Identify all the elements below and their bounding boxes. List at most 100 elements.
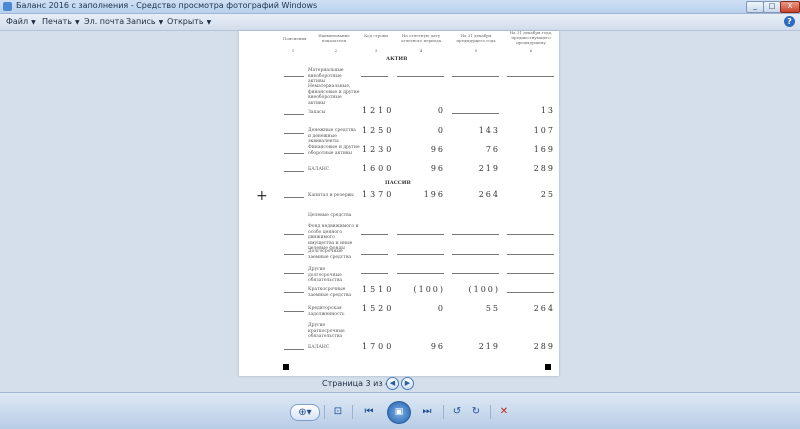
row-underline: [284, 273, 304, 274]
row-value-prev: 55: [485, 304, 500, 313]
row-value-current: 0: [437, 126, 445, 135]
row-code: 1510: [362, 285, 395, 294]
title-bar: Баланс 2016 с заполнения - Средство прос…: [0, 0, 800, 14]
row-value-prev: 264: [478, 190, 500, 199]
row-value-prev-prev: 169: [533, 145, 555, 154]
row-underline: [452, 254, 499, 255]
bottom-toolbar: ⊕▾ ⊡ ⏮ ▣ ⏭ ↺ ↻ ✕: [0, 392, 800, 429]
next-page-button[interactable]: ▶: [401, 377, 414, 390]
row-underline: [284, 133, 304, 134]
row-underline: [361, 76, 388, 77]
row-value-prev-prev: 107: [533, 126, 555, 135]
row-value-current: (100): [413, 285, 445, 294]
row-label: Другие краткосрочные обязательства: [308, 323, 345, 339]
next-icon[interactable]: ⏭: [418, 404, 436, 419]
row-label: БАЛАНС: [308, 167, 330, 172]
row-value-prev-prev: 289: [533, 164, 555, 173]
zoom-icon[interactable]: ⊕▾: [290, 404, 320, 421]
row-underline: [284, 76, 304, 77]
toolbar-separator: [490, 405, 491, 419]
menu-print-label: Печать: [42, 17, 72, 26]
menu-file[interactable]: Файл ▼: [6, 17, 36, 26]
help-icon[interactable]: ?: [784, 16, 795, 27]
chevron-down-icon: ▼: [74, 19, 80, 26]
header-num-1: 1: [291, 48, 295, 53]
toolbar-separator: [443, 405, 444, 419]
menu-file-label: Файл: [6, 17, 29, 26]
row-underline: [507, 234, 554, 235]
chevron-down-icon: ▼: [31, 19, 36, 26]
window-title: Баланс 2016 с заполнения - Средство прос…: [16, 1, 318, 10]
previous-icon[interactable]: ⏮: [360, 404, 378, 419]
row-value-prev-prev: 289: [533, 342, 555, 351]
row-underline: [507, 254, 554, 255]
row-label: Запасы: [308, 110, 326, 115]
crosshair-cursor-icon: +: [256, 188, 268, 204]
chevron-down-icon: ▼: [206, 19, 212, 26]
row-label: БАЛАНС: [308, 345, 330, 350]
row-code: 1230: [362, 145, 395, 154]
row-code: 1210: [362, 106, 395, 115]
rotate-clockwise-icon[interactable]: ↻: [468, 404, 484, 419]
row-label: Кредиторская задолженность: [308, 306, 345, 317]
row-underline: [284, 349, 304, 350]
header-current: На отчетную дату отчетного периода: [400, 33, 442, 43]
menu-bar: Файл ▼ Печать ▼ Эл. почта Запись ▼ Открыть ▼…: [0, 14, 800, 31]
header-num-6: 6: [529, 48, 533, 53]
header-code: Код строки: [364, 33, 388, 38]
close-button[interactable]: X: [780, 1, 800, 13]
row-value-prev: 143: [478, 126, 500, 135]
row-value-prev-prev: 13: [540, 106, 555, 115]
menu-email-label: Эл. почта: [84, 17, 125, 26]
row-underline: [397, 273, 444, 274]
menu-email[interactable]: Эл. почта: [84, 17, 124, 26]
row-label: Денежные средства и денежные эквиваленты: [308, 128, 356, 144]
row-underline: [452, 234, 499, 235]
menu-burn-label: Запись: [126, 17, 156, 26]
row-value-prev: 219: [478, 342, 500, 351]
row-underline: [452, 76, 499, 77]
row-underline: [361, 234, 388, 235]
row-code: 1370: [362, 190, 395, 199]
row-underline: [284, 114, 304, 115]
header-num-5: 5: [474, 48, 478, 53]
row-underline: [284, 311, 304, 312]
minimize-button[interactable]: _: [746, 1, 764, 13]
registration-mark-left: [283, 364, 289, 370]
header-prev-year: На 31 декабря предыдущего года: [456, 33, 496, 43]
delete-icon[interactable]: ✕: [496, 404, 512, 419]
menu-open-label: Открыть: [167, 17, 204, 26]
row-value-current: 96: [430, 164, 445, 173]
row-underline: [397, 234, 444, 235]
toolbar-separator: [352, 405, 353, 419]
actual-size-icon[interactable]: ⊡: [330, 404, 346, 419]
row-label: Другие долгосрочные обязательства: [308, 267, 343, 283]
row-value-current: 0: [437, 106, 445, 115]
row-label: Капитал и резервы: [308, 193, 354, 198]
row-value-prev: 219: [478, 164, 500, 173]
toolbar-separator: [324, 405, 325, 419]
row-value-current: 196: [423, 190, 445, 199]
previous-page-button[interactable]: ◀: [386, 377, 399, 390]
header-num-2: 2: [334, 48, 338, 53]
document-page: Пояснения Наименование показателя Код ст…: [239, 30, 559, 376]
row-underline: [284, 292, 304, 293]
rotate-counterclockwise-icon[interactable]: ↺: [449, 404, 465, 419]
menu-print[interactable]: Печать ▼: [42, 17, 80, 26]
row-value-current: 96: [430, 145, 445, 154]
row-underline: [284, 254, 304, 255]
row-label: Финансовые и другие оборотные активы: [308, 145, 360, 156]
row-value-current: 96: [430, 342, 445, 351]
row-underline: [361, 273, 388, 274]
row-value-prev-prev: 25: [540, 190, 555, 199]
menu-open[interactable]: Открыть ▼: [167, 17, 211, 26]
row-code: 1700: [362, 342, 395, 351]
row-underline: [284, 171, 304, 172]
row-code: 1520: [362, 304, 395, 313]
header-indicator: Наименование показателя: [318, 33, 350, 43]
menu-burn[interactable]: Запись ▼: [126, 17, 163, 26]
app-icon: [3, 2, 12, 11]
header-explanations: Пояснения: [283, 36, 307, 41]
slideshow-icon[interactable]: ▣: [387, 401, 411, 424]
maximize-button[interactable]: □: [763, 1, 781, 13]
